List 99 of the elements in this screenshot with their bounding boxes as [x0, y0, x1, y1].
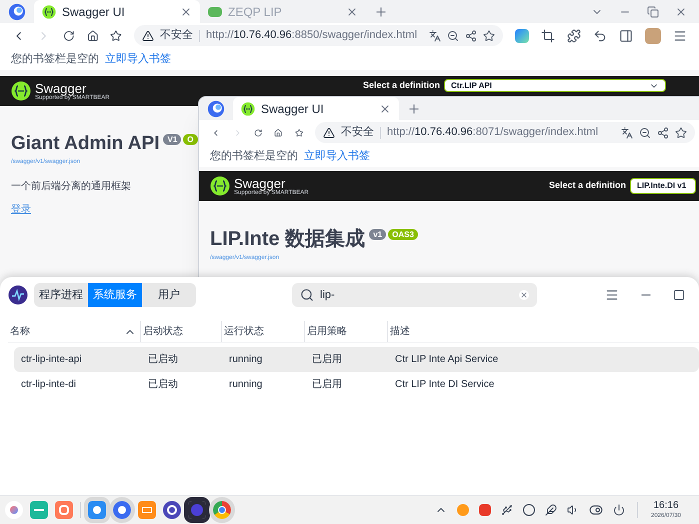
security-label: 不安全: [160, 28, 194, 44]
launcher-icon[interactable]: [5, 501, 23, 519]
reload-icon[interactable]: [62, 28, 75, 42]
version-badge: V1: [163, 134, 182, 145]
pen-icon[interactable]: [545, 504, 557, 516]
table-cell-text: ctr-lip-inte-di: [20, 378, 78, 392]
column-header[interactable]: 运行状态: [222, 321, 305, 342]
column-header[interactable]: 描述: [388, 321, 699, 342]
swagger-brand: Swagger: [234, 176, 286, 190]
restore-icon[interactable]: [647, 6, 659, 18]
extensions-icon[interactable]: [567, 28, 582, 42]
close-icon[interactable]: [346, 6, 358, 18]
table-row[interactable]: ctr-lip-inte-api 已启动 running 已启用 Ctr LIP Inte Api Service: [14, 347, 699, 372]
tab-favicon-icon: [208, 6, 222, 16]
oas-badge: OAS3: [388, 229, 418, 240]
bookmark-icon[interactable]: [110, 28, 122, 42]
security-label: 不安全: [341, 124, 374, 140]
clear-icon[interactable]: [519, 290, 529, 300]
definition-select[interactable]: LIP.Inte.DI v1: [630, 178, 696, 194]
tab-title: ZEQP LIP: [228, 4, 283, 20]
table-cell-text: Ctr LIP Inte Api Service: [394, 353, 500, 367]
tab-title: Swagger UI: [261, 100, 325, 118]
home-icon[interactable]: [86, 28, 98, 42]
translate-icon[interactable]: [429, 30, 442, 42]
share-icon[interactable]: [657, 126, 670, 138]
tab-title: Swagger UI: [62, 4, 126, 20]
table-cell-text: running: [228, 353, 264, 367]
view-tab[interactable]: 系统服务: [88, 283, 142, 307]
view-tab[interactable]: 用户: [142, 283, 196, 307]
import-bookmarks-link[interactable]: 立即导入书签: [105, 50, 171, 68]
bookmarks-empty-text: 您的书签栏是空的: [11, 52, 99, 67]
api-title: Giant Admin API: [11, 132, 160, 156]
crop-icon[interactable]: [541, 28, 556, 42]
star-icon[interactable]: [675, 126, 688, 138]
share-icon[interactable]: [465, 30, 478, 42]
usb-icon[interactable]: [501, 504, 513, 516]
column-label: 启用策略: [307, 324, 348, 339]
definition-label: Select a definition: [548, 179, 626, 192]
browser-logo-icon[interactable]: [207, 100, 225, 118]
search-value: lip-: [320, 288, 336, 303]
maximize-icon[interactable]: [673, 289, 685, 301]
power-icon[interactable]: [613, 504, 625, 516]
menu-icon[interactable]: [605, 288, 619, 302]
close-icon[interactable]: [379, 102, 391, 114]
swagger-favicon-icon: [42, 4, 56, 18]
sidebar-icon[interactable]: [619, 28, 634, 42]
translate-icon[interactable]: [621, 126, 634, 138]
search-icon: [300, 288, 314, 302]
swagger-brand: Swagger: [35, 82, 86, 94]
column-label: 描述: [390, 324, 411, 339]
warning-icon: [323, 126, 336, 138]
warning-icon: [142, 30, 154, 42]
volume-icon[interactable]: [567, 504, 579, 516]
bookmarks-empty-text: 您的书签栏是空的: [210, 148, 298, 164]
new-tab-icon[interactable]: [374, 4, 388, 18]
address-bar[interactable]: 不安全 http://10.76.40.96:8071/swagger/index.html: [315, 122, 696, 143]
table-cell-text: running: [228, 378, 264, 392]
version-badge: v1: [369, 229, 386, 240]
swagger-favicon-icon: [241, 102, 255, 116]
column-label: 运行状态: [224, 324, 265, 339]
api-title: LIP.Inte 数据集成: [210, 227, 366, 252]
api-description: 一个前后端分离的通用框架: [11, 180, 131, 194]
table-cell-text: 已启动: [147, 378, 179, 392]
column-header[interactable]: 名称: [8, 321, 141, 342]
browser-tab[interactable]: Swagger UI: [233, 97, 399, 120]
toggle-icon[interactable]: [589, 503, 603, 517]
zoom-icon[interactable]: [639, 126, 652, 138]
url-text: http://10.76.40.96:8850/swagger/index.html: [206, 28, 418, 44]
close-icon[interactable]: [180, 6, 192, 18]
browser-tab[interactable]: Swagger UI: [34, 0, 200, 23]
table-cell-text: 已启用: [311, 352, 343, 367]
undo-icon[interactable]: [593, 28, 608, 42]
swagger-logo-icon: [210, 176, 230, 196]
definition-select[interactable]: Ctr.LIP API: [444, 79, 666, 92]
chrome-app-icon[interactable]: [213, 501, 231, 519]
table-cell-text: 已启用: [311, 378, 343, 392]
close-icon[interactable]: [675, 6, 687, 18]
new-tab-icon[interactable]: [407, 102, 421, 116]
url-text: http://10.76.40.96:8071/swagger/index.html: [387, 125, 598, 140]
column-label: 名称: [10, 325, 31, 339]
address-bar[interactable]: 不安全 http://10.76.40.96:8850/swagger/index.html: [134, 25, 504, 46]
definition-label: Select a definition: [362, 79, 440, 92]
menu-icon[interactable]: [673, 28, 688, 42]
browser-logo-icon[interactable]: [8, 2, 26, 20]
column-header[interactable]: 启动状态: [141, 321, 222, 342]
import-bookmarks-link[interactable]: 立即导入书签: [304, 148, 370, 164]
table-cell-text: ctr-lip-inte-api: [20, 353, 83, 367]
oas-badge: O: [183, 134, 198, 145]
column-header[interactable]: 启用策略: [305, 321, 388, 342]
search-field[interactable]: lip-: [292, 283, 537, 307]
star-icon[interactable]: [483, 30, 496, 42]
browser-app-icon[interactable]: [113, 501, 131, 519]
swagger-logo-icon: [11, 81, 31, 101]
clock-time: 16:16: [653, 501, 679, 511]
zoom-icon[interactable]: [447, 30, 460, 42]
view-tab[interactable]: 程序进程: [34, 283, 88, 307]
column-label: 启动状态: [143, 324, 184, 339]
table-cell-text: 已启动: [147, 352, 179, 367]
table-cell-text: Ctr LIP Inte DI Service: [394, 378, 496, 392]
